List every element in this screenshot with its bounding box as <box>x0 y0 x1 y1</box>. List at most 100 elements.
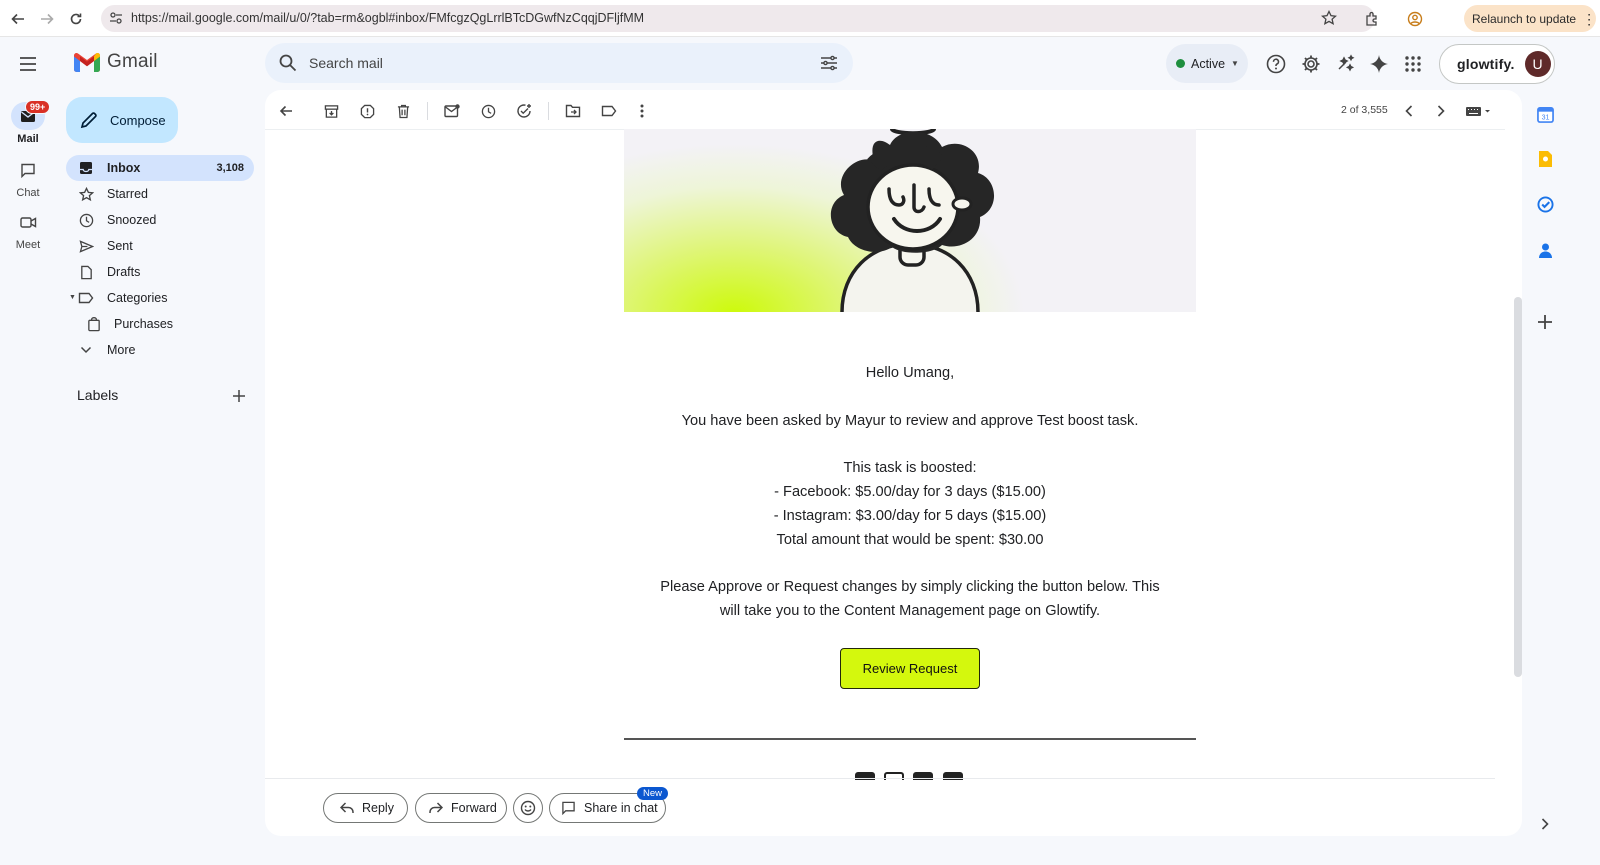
search-icon[interactable] <box>279 54 297 72</box>
boost-line-instagram: - Instagram: $3.00/day for 5 days ($15.0… <box>773 508 1047 524</box>
search-input[interactable] <box>309 53 789 73</box>
message-counter: 2 of 3,555 <box>1341 104 1388 116</box>
search-bar[interactable] <box>265 43 853 83</box>
toolbar-divider <box>427 102 428 120</box>
smiling-person-illustration <box>830 129 995 312</box>
newer-chevron-left-icon[interactable] <box>1398 100 1420 122</box>
labels-heading: Labels <box>77 387 119 403</box>
site-settings-icon[interactable] <box>109 11 123 25</box>
account-switcher[interactable]: glowtify. U <box>1439 44 1555 84</box>
contacts-icon[interactable] <box>1533 238 1557 262</box>
relaunch-button[interactable]: Relaunch to update ⋮ <box>1464 5 1596 32</box>
sidebar-item-snoozed[interactable]: Snoozed <box>66 207 254 233</box>
compose-button[interactable]: Compose <box>66 97 178 143</box>
rail-chat-label: Chat <box>16 187 40 199</box>
address-bar[interactable]: https://mail.google.com/mail/u/0/?tab=rm… <box>101 5 1375 32</box>
expand-panel-chevron-icon[interactable] <box>1533 812 1557 836</box>
sidebar-item-label: More <box>107 343 136 357</box>
share-label: Share in chat <box>584 801 658 815</box>
gmail-wordmark: Gmail <box>107 51 158 72</box>
status-label: Active <box>1191 56 1226 71</box>
gemini-tools-icon[interactable] <box>1334 52 1358 76</box>
rail-mail-label: Mail <box>17 133 39 145</box>
cta-text-line2: will take you to the Content Management … <box>719 603 1101 619</box>
label-icon <box>78 290 94 306</box>
keep-notes-icon[interactable] <box>1533 147 1557 171</box>
rail-meet-label: Meet <box>15 239 41 251</box>
back-icon[interactable] <box>8 9 28 29</box>
snooze-clock-icon[interactable] <box>477 100 499 122</box>
profile-icon[interactable] <box>1405 9 1425 29</box>
sidebar-item-label: Drafts <box>107 265 141 279</box>
chat-bubble-icon <box>562 801 575 815</box>
tasks-icon[interactable] <box>1533 192 1557 216</box>
boost-line-facebook: - Facebook: $5.00/day for 3 days ($15.00… <box>774 484 1046 500</box>
video-icon <box>11 208 45 236</box>
sidebar-item-inbox[interactable]: Inbox 3,108 <box>66 155 254 181</box>
rail-meet[interactable]: Meet <box>0 208 56 251</box>
sidebar-item-drafts[interactable]: Drafts <box>66 259 254 285</box>
calendar-icon[interactable]: 31 <box>1533 102 1557 126</box>
pencil-icon <box>80 112 97 129</box>
mark-unread-icon[interactable] <box>441 100 463 122</box>
inbox-count: 3,108 <box>216 162 244 174</box>
status-dot-icon <box>1176 59 1185 68</box>
url-text: https://mail.google.com/mail/u/0/?tab=rm… <box>131 11 645 25</box>
inbox-icon <box>78 160 94 176</box>
archive-icon[interactable] <box>320 100 342 122</box>
bookmark-star-icon[interactable] <box>1321 10 1337 26</box>
reply-button[interactable]: Reply <box>323 793 408 823</box>
emoji-icon <box>520 800 536 816</box>
apps-grid-icon[interactable] <box>1401 52 1425 76</box>
main-menu-button[interactable] <box>14 50 42 78</box>
new-badge: New <box>637 787 669 800</box>
forward-label: Forward <box>451 801 497 815</box>
avatar[interactable]: U <box>1524 51 1551 77</box>
sidebar-item-starred[interactable]: Starred <box>66 181 254 207</box>
reply-label: Reply <box>362 801 394 815</box>
account-org-name: glowtify. <box>1457 56 1515 72</box>
shopping-bag-icon <box>86 316 102 332</box>
back-to-inbox-icon[interactable] <box>275 100 297 122</box>
status-selector[interactable]: Active ▼ <box>1166 44 1248 83</box>
delete-trash-icon[interactable] <box>392 100 414 122</box>
older-chevron-right-icon[interactable] <box>1430 100 1452 122</box>
email-greeting: Hello Umang, <box>865 365 955 381</box>
star-icon <box>78 186 94 202</box>
emoji-reaction-button[interactable] <box>513 793 543 823</box>
move-to-folder-icon[interactable] <box>562 100 584 122</box>
help-icon[interactable] <box>1264 52 1288 76</box>
sidebar-item-more[interactable]: More <box>66 337 254 363</box>
scrollbar-thumb[interactable] <box>1514 297 1522 677</box>
cta-text-line1: Please Approve or Request changes by sim… <box>660 579 1160 595</box>
add-to-tasks-icon[interactable] <box>513 100 535 122</box>
message-view: 2 of 3,555 Hello Umang, You have been as… <box>265 90 1522 836</box>
report-spam-icon[interactable] <box>356 100 378 122</box>
add-label-icon[interactable] <box>230 387 248 405</box>
settings-gear-icon[interactable] <box>1299 52 1323 76</box>
labels-icon[interactable] <box>598 100 620 122</box>
action-bar-divider <box>265 778 1495 779</box>
input-tools-keyboard-icon[interactable] <box>1463 100 1493 122</box>
search-options-icon[interactable] <box>820 55 838 71</box>
gmail-logo[interactable]: Gmail <box>74 51 158 73</box>
forward-icon[interactable] <box>37 9 57 29</box>
sidebar-item-label: Starred <box>107 187 148 201</box>
chevron-down-icon <box>78 342 94 358</box>
reload-icon[interactable] <box>66 9 86 29</box>
clock-icon <box>78 212 94 228</box>
review-request-button[interactable]: Review Request <box>840 648 980 689</box>
sidebar-item-sent[interactable]: Sent <box>66 233 254 259</box>
extensions-icon[interactable] <box>1362 9 1382 29</box>
sidebar-item-purchases[interactable]: Purchases <box>66 311 254 337</box>
sidebar-item-categories[interactable]: ▼ Categories <box>66 285 254 311</box>
draft-icon <box>78 264 94 280</box>
add-addon-icon[interactable] <box>1533 310 1557 334</box>
browser-toolbar: https://mail.google.com/mail/u/0/?tab=rm… <box>0 0 1600 37</box>
more-options-icon[interactable] <box>631 100 653 122</box>
kebab-icon: ⋮ <box>1582 10 1597 27</box>
rail-chat[interactable]: Chat <box>0 156 56 199</box>
relaunch-label: Relaunch to update <box>1472 11 1577 26</box>
forward-button[interactable]: Forward <box>415 793 507 823</box>
gemini-sparkle-icon[interactable] <box>1367 52 1391 76</box>
